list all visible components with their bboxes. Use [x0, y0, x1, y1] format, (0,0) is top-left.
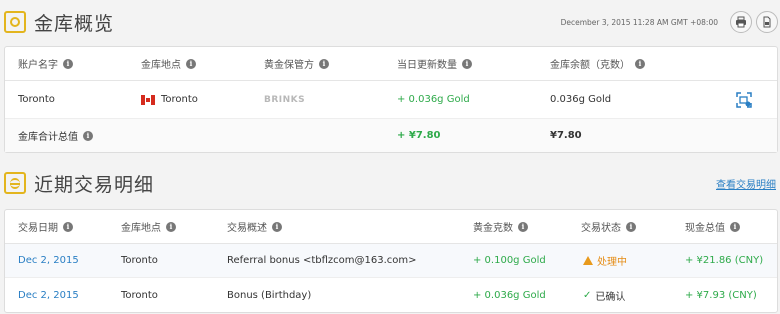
info-icon[interactable]: i [186, 58, 196, 69]
col-account: 账户名字 i [18, 56, 73, 71]
table-header: 交易日期 i 金库地点 i 交易概述 i 黄金克数 i 交易状态 i 现金总值 i [5, 210, 777, 244]
document-export-icon [763, 16, 771, 28]
transactions-title: 近期交易明细 [34, 173, 155, 196]
daily-update: + 0.036g Gold [397, 94, 470, 105]
scan-refresh-icon [736, 91, 752, 108]
total-update: + ¥7.80 [397, 130, 441, 141]
canada-flag-icon [141, 94, 155, 105]
transaction-date-link[interactable]: Dec 2, 2015 [18, 255, 79, 266]
transaction-location: Toronto [121, 289, 158, 301]
transactions-table: 交易日期 i 金库地点 i 交易概述 i 黄金克数 i 交易状态 i 现金总值 i Dec … [4, 209, 778, 313]
transaction-date-link[interactable]: Dec 2, 2015 [18, 290, 79, 301]
table-row: Toronto Toronto BRINKS + 0.036g Gold 0.0… [5, 81, 777, 119]
transaction-grams: + 0.100g Gold [473, 255, 546, 266]
warning-icon [583, 256, 593, 265]
info-icon[interactable]: i [272, 221, 282, 232]
transaction-value: + ¥7.93 (CNY) [685, 289, 757, 301]
table-row[interactable]: Dec 2, 2015 Toronto Referral bonus <tbfl… [5, 244, 777, 278]
table-row[interactable]: Dec 2, 2015 Toronto Bonus (Birthday) + 0… [5, 278, 777, 312]
vault-action-button[interactable] [735, 91, 753, 109]
info-icon[interactable]: i [166, 221, 176, 232]
status-badge: 处理中 [583, 253, 627, 268]
info-icon[interactable]: i [63, 58, 73, 69]
col-grams: 黄金克数 i [473, 219, 528, 234]
timestamp: December 3, 2015 11:28 AM GMT +08:00 [560, 17, 718, 27]
col-custodian: 黄金保管方 i [264, 56, 329, 71]
transactions-header: 近期交易明细 查看交易明细 [4, 168, 778, 198]
transaction-location: Toronto [121, 255, 158, 266]
vault-icon [4, 11, 26, 33]
location: Toronto [141, 94, 198, 105]
info-icon[interactable]: i [83, 130, 93, 141]
view-transactions-link[interactable]: 查看交易明细 [716, 176, 776, 191]
col-location: 金库地点 i [121, 219, 176, 234]
info-icon[interactable]: i [730, 221, 740, 232]
col-summary: 交易概述 i [227, 219, 282, 234]
table-header: 账户名字 i 金库地点 i 黄金保管方 i 当日更新数量 i 金库余额（克数） i [5, 47, 777, 81]
transaction-grams: + 0.036g Gold [473, 289, 546, 301]
print-button[interactable] [730, 11, 752, 33]
transaction-value: + ¥21.86 (CNY) [685, 255, 764, 266]
col-update: 当日更新数量 i [397, 56, 472, 71]
info-icon[interactable]: i [626, 221, 636, 232]
col-status: 交易状态 i [581, 219, 636, 234]
col-value: 现金总值 i [685, 219, 740, 234]
total-balance: ¥7.80 [550, 130, 582, 141]
col-balance: 金库余额（克数） i [550, 56, 645, 71]
total-row: 金库合计总值 i + ¥7.80 ¥7.80 [5, 119, 777, 152]
overview-title: 金库概览 [34, 12, 115, 35]
account-name: Toronto [18, 94, 55, 105]
status-badge: ✓ 已确认 [583, 289, 626, 303]
vault-balance: 0.036g Gold [550, 94, 612, 105]
custodian-logo: BRINKS [264, 94, 306, 105]
total-label: 金库合计总值 i [18, 128, 93, 143]
info-icon[interactable]: i [319, 58, 329, 69]
transaction-summary: Bonus (Birthday) [227, 289, 312, 301]
vault-overview-table: 账户名字 i 金库地点 i 黄金保管方 i 当日更新数量 i 金库余额（克数） i Tor… [4, 46, 778, 153]
info-icon[interactable]: i [462, 58, 472, 69]
transaction-summary: Referral bonus <tbflzcom@163.com> [227, 255, 417, 266]
printer-icon [736, 16, 746, 28]
info-icon[interactable]: i [63, 221, 73, 232]
info-icon[interactable]: i [635, 58, 645, 69]
receipt-icon [4, 172, 26, 194]
col-location: 金库地点 i [141, 56, 196, 71]
export-button[interactable] [756, 11, 778, 33]
overview-header: 金库概览 December 3, 2015 11:28 AM GMT +08:0… [4, 7, 778, 37]
col-date: 交易日期 i [18, 219, 73, 234]
checkmark-icon: ✓ [583, 289, 592, 301]
info-icon[interactable]: i [518, 221, 528, 232]
